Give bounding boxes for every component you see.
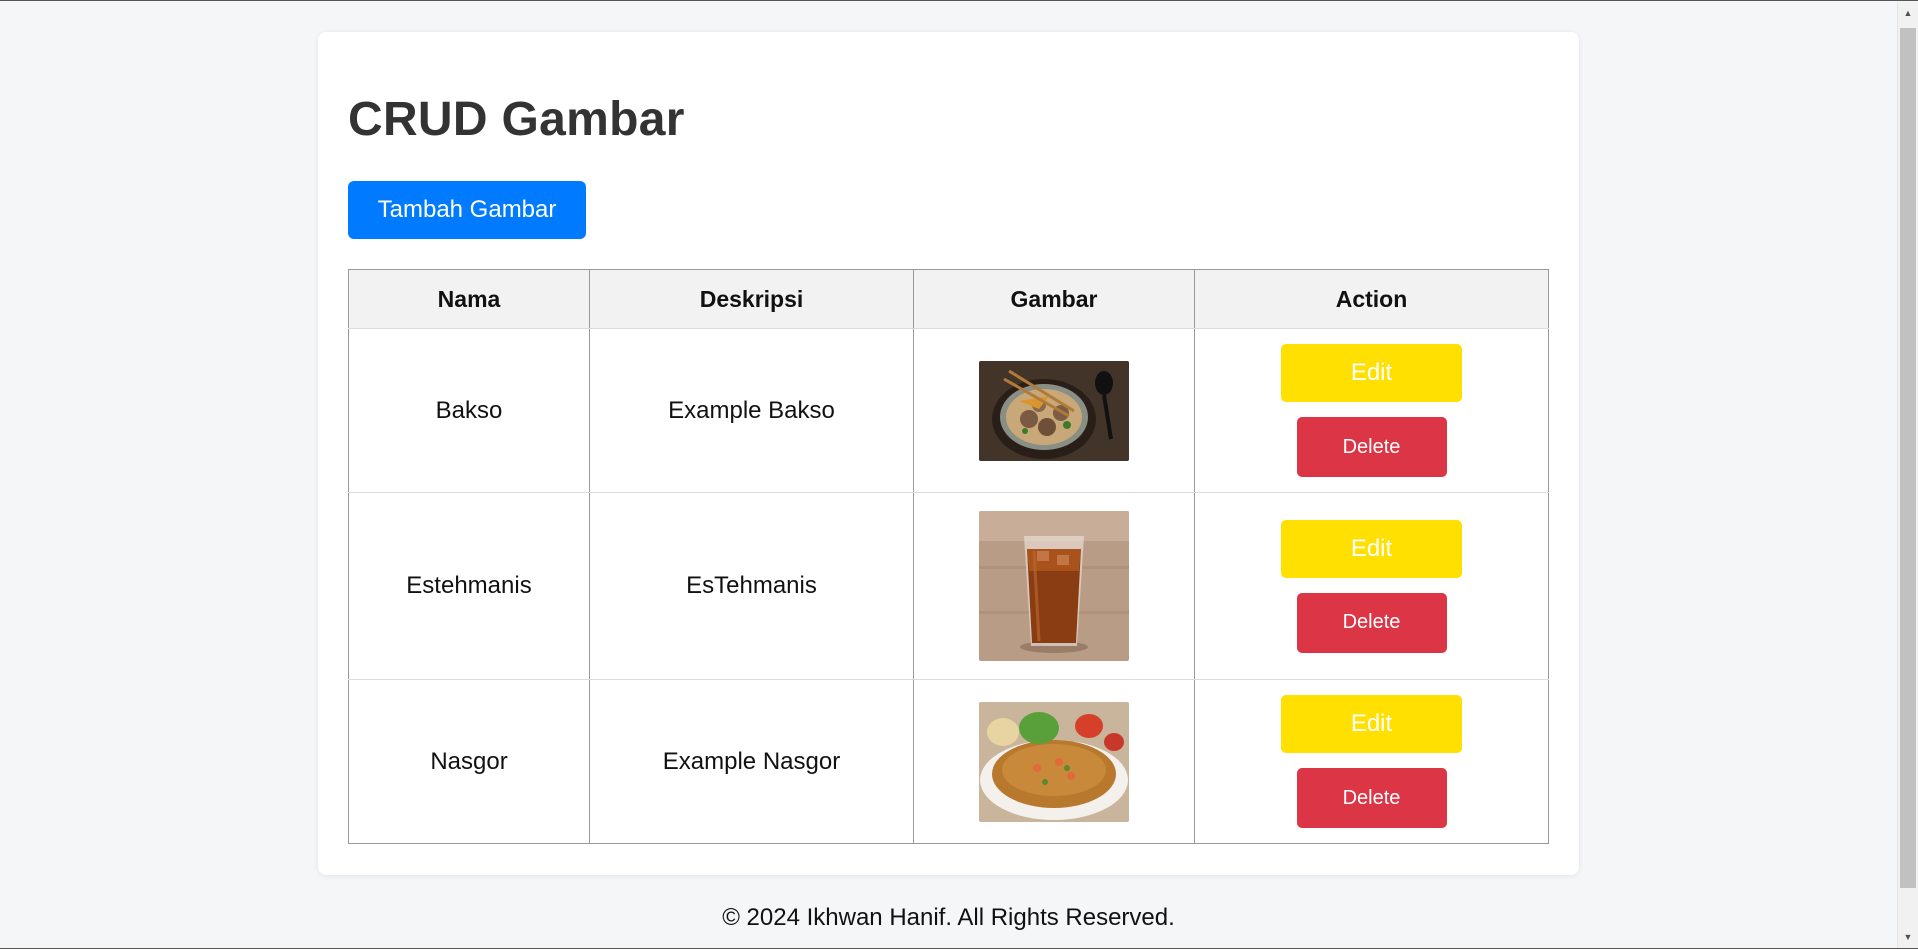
row-actions: Edit Delete xyxy=(1195,344,1548,477)
edit-button[interactable]: Edit xyxy=(1281,519,1462,578)
add-image-button[interactable]: Tambah Gambar xyxy=(348,181,586,239)
edit-button[interactable]: Edit xyxy=(1281,695,1462,753)
cell-gambar xyxy=(913,328,1195,493)
cell-action: Edit Delete xyxy=(1194,328,1549,493)
row-actions: Edit Delete xyxy=(1195,695,1548,828)
delete-button[interactable]: Delete xyxy=(1296,768,1447,828)
cell-nama: Bakso xyxy=(348,328,590,493)
cell-nama: Estehmanis xyxy=(348,492,590,680)
fried-rice-image xyxy=(979,701,1129,822)
content-card: CRUD Gambar Tambah Gambar Nama Deskripsi… xyxy=(318,32,1579,875)
header-nama: Nama xyxy=(348,269,590,329)
cell-action: Edit Delete xyxy=(1194,492,1549,680)
browser-viewport: CRUD Gambar Tambah Gambar Nama Deskripsi… xyxy=(0,0,1918,949)
footer-copyright: © 2024 Ikhwan Hanif. All Rights Reserved… xyxy=(722,904,1175,931)
table-header-row: Nama Deskripsi Gambar Action xyxy=(348,269,1549,329)
edit-button[interactable]: Edit xyxy=(1281,344,1462,402)
vertical-scrollbar[interactable]: ▲ ▼ xyxy=(1897,2,1918,948)
header-gambar: Gambar xyxy=(913,269,1195,329)
header-deskripsi: Deskripsi xyxy=(589,269,914,329)
bakso-image xyxy=(979,360,1129,461)
row-actions: Edit Delete xyxy=(1195,519,1548,653)
scroll-up-icon[interactable]: ▲ xyxy=(1898,4,1918,22)
scroll-down-icon[interactable]: ▼ xyxy=(1898,928,1918,946)
table-row: Estehmanis EsTehmanis Edit Delete xyxy=(348,492,1549,680)
table-row: Nasgor Example Nasgor Edit Delete xyxy=(348,679,1549,844)
table-row: Bakso Example Bakso Edit Delete xyxy=(348,328,1549,493)
iced-tea-image xyxy=(979,511,1129,661)
delete-button[interactable]: Delete xyxy=(1296,417,1447,477)
cell-gambar xyxy=(913,492,1195,680)
scrollbar-thumb[interactable] xyxy=(1900,28,1916,888)
cell-action: Edit Delete xyxy=(1194,679,1549,844)
page-title: CRUD Gambar xyxy=(348,93,685,146)
cell-gambar xyxy=(913,679,1195,844)
cell-deskripsi: Example Bakso xyxy=(589,328,914,493)
cell-deskripsi: EsTehmanis xyxy=(589,492,914,680)
image-table: Nama Deskripsi Gambar Action Bakso Examp… xyxy=(348,269,1549,844)
cell-deskripsi: Example Nasgor xyxy=(589,679,914,844)
cell-nama: Nasgor xyxy=(348,679,590,844)
header-action: Action xyxy=(1194,269,1549,329)
delete-button[interactable]: Delete xyxy=(1296,592,1447,653)
